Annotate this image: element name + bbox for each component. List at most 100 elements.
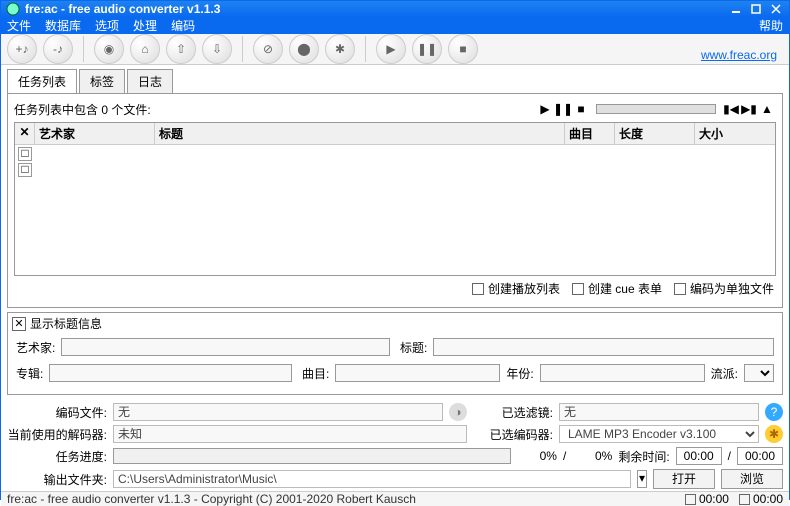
- tasklist-summary: 任务列表中包含 0 个文件:: [14, 101, 536, 118]
- status-time2-group[interactable]: 00:00: [739, 492, 783, 506]
- input-year[interactable]: [540, 364, 705, 382]
- value-encode-file: 无: [113, 403, 443, 421]
- checkbox-encode-single[interactable]: 编码为单独文件: [674, 280, 774, 297]
- mini-eject-icon[interactable]: ▲: [758, 100, 776, 118]
- label-album: 专辑:: [16, 365, 43, 382]
- checkbox-create-cue[interactable]: 创建 cue 表单: [572, 280, 662, 297]
- label-encoder: 已选编码器:: [473, 426, 553, 443]
- deselect-all-box[interactable]: □: [18, 163, 32, 177]
- tag-info-legend: 显示标题信息: [30, 315, 102, 332]
- open-button[interactable]: 打开: [653, 469, 715, 489]
- maximize-button[interactable]: [747, 2, 765, 16]
- menu-help[interactable]: 帮助: [759, 17, 783, 34]
- input-track[interactable]: [335, 364, 500, 382]
- col-length[interactable]: 长度: [615, 123, 695, 144]
- menu-database[interactable]: 数据库: [45, 17, 81, 34]
- table-header: ✕ 艺术家 标题 曲目 长度 大小: [15, 123, 775, 145]
- input-output-folder[interactable]: [113, 470, 631, 488]
- label-progress: 任务进度:: [7, 448, 107, 465]
- website-link[interactable]: www.freac.org: [701, 48, 777, 62]
- app-icon: [5, 1, 21, 17]
- tab-bar: 任务列表 标签 日志: [1, 69, 789, 93]
- progress-pct2: 0%: [572, 449, 612, 463]
- status-text: fre:ac - free audio converter v1.1.3 - C…: [7, 492, 675, 506]
- menu-options[interactable]: 选项: [95, 17, 119, 34]
- filter-help-icon[interactable]: ?: [765, 403, 783, 421]
- label-artist: 艺术家:: [16, 339, 55, 356]
- file-info-icon[interactable]: ◑: [449, 403, 467, 421]
- input-artist[interactable]: [61, 338, 390, 356]
- cddb-submit-button[interactable]: ⇧: [166, 34, 196, 64]
- label-track: 曲目:: [302, 365, 329, 382]
- label-output-folder: 输出文件夹:: [7, 471, 107, 488]
- mini-play-icon[interactable]: ▶: [536, 100, 554, 118]
- select-encoder[interactable]: LAME MP3 Encoder v3.100: [559, 425, 759, 443]
- time-remaining-2: 00:00: [737, 447, 783, 465]
- tag-info-group: ✕ 显示标题信息 艺术家: 标题: 专辑: 曲目: 年份: 流派:: [7, 312, 783, 395]
- label-encode-file: 编码文件:: [7, 404, 107, 421]
- label-title: 标题:: [400, 339, 427, 356]
- col-title[interactable]: 标题: [155, 123, 565, 144]
- encoder-settings-icon[interactable]: ✱: [765, 425, 783, 443]
- col-size[interactable]: 大小: [695, 123, 775, 144]
- cd-button[interactable]: ◉: [94, 34, 124, 64]
- status-time1-group[interactable]: 00:00: [685, 492, 729, 506]
- tasklist-table: ✕ 艺术家 标题 曲目 长度 大小 □ □: [14, 122, 776, 276]
- input-title[interactable]: [433, 338, 774, 356]
- remove-files-button[interactable]: -♪: [43, 34, 73, 64]
- mini-seek-bar[interactable]: [596, 104, 716, 114]
- window-title: fre:ac - free audio converter v1.1.3: [25, 2, 725, 16]
- row-controls: □ □: [15, 145, 35, 275]
- encode-section: 编码文件: 无 ◑ 已选滤镜: 无 ? 当前使用的解码器: 未知 已选编码器: …: [7, 401, 783, 491]
- col-check[interactable]: ✕: [15, 123, 35, 144]
- menubar: 文件 数据库 选项 处理 编码 帮助: [1, 17, 789, 34]
- cddb-query-button[interactable]: ⇩: [202, 34, 232, 64]
- browse-button[interactable]: 浏览: [721, 469, 783, 489]
- tasklist-panel: 任务列表中包含 0 个文件: ▶ ❚❚ ■ ▮◀ ▶▮ ▲ ✕ 艺术家 标题 曲…: [7, 93, 783, 308]
- time-remaining-1: 00:00: [676, 447, 722, 465]
- settings-encoder-button[interactable]: ⬤: [289, 34, 319, 64]
- minimize-button[interactable]: [727, 2, 745, 16]
- time-sep: /: [728, 449, 731, 463]
- pause-big-button[interactable]: ❚❚: [412, 34, 442, 64]
- cddb-button[interactable]: ⌂: [130, 34, 160, 64]
- tab-tasklist[interactable]: 任务列表: [7, 69, 77, 93]
- titlebar: fre:ac - free audio converter v1.1.3: [1, 1, 789, 17]
- stop-big-button[interactable]: ■: [448, 34, 478, 64]
- mini-stop-icon[interactable]: ■: [572, 100, 590, 118]
- select-all-box[interactable]: □: [18, 147, 32, 161]
- mini-pause-icon[interactable]: ❚❚: [554, 100, 572, 118]
- mini-prev-icon[interactable]: ▮◀: [722, 100, 740, 118]
- play-button[interactable]: ▶: [376, 34, 406, 64]
- toolbar: +♪ -♪ ◉ ⌂ ⇧ ⇩ ⊘ ⬤ ✱ ▶ ❚❚ ■ www.freac.org: [1, 34, 789, 65]
- checkbox-create-playlist[interactable]: 创建播放列表: [472, 280, 560, 297]
- label-decoder: 当前使用的解码器:: [7, 426, 107, 443]
- statusbar: fre:ac - free audio converter v1.1.3 - C…: [1, 491, 789, 506]
- value-filter: 无: [559, 403, 759, 421]
- pct-sep: /: [563, 449, 566, 463]
- label-filter: 已选滤镜:: [473, 404, 553, 421]
- progress-bar: [113, 448, 511, 464]
- output-folder-history-icon[interactable]: ▾: [637, 470, 647, 488]
- table-empty-area: [35, 145, 775, 275]
- stop-create-button[interactable]: ⊘: [253, 34, 283, 64]
- label-year: 年份:: [506, 365, 533, 382]
- settings-general-button[interactable]: ✱: [325, 34, 355, 64]
- menu-file[interactable]: 文件: [7, 17, 31, 34]
- close-button[interactable]: [767, 2, 785, 16]
- input-album[interactable]: [49, 364, 292, 382]
- progress-pct1: 0%: [517, 449, 557, 463]
- select-genre[interactable]: [744, 364, 774, 382]
- col-track[interactable]: 曲目: [565, 123, 615, 144]
- col-artist[interactable]: 艺术家: [35, 123, 155, 144]
- menu-encode[interactable]: 编码: [171, 17, 195, 34]
- tag-info-close-icon[interactable]: ✕: [12, 317, 26, 331]
- value-decoder: 未知: [113, 425, 467, 443]
- tab-tags[interactable]: 标签: [79, 69, 125, 93]
- label-genre: 流派:: [711, 365, 738, 382]
- mini-next-icon[interactable]: ▶▮: [740, 100, 758, 118]
- menu-process[interactable]: 处理: [133, 17, 157, 34]
- label-remaining: 剩余时间:: [618, 448, 669, 465]
- tab-log[interactable]: 日志: [127, 69, 173, 93]
- add-files-button[interactable]: +♪: [7, 34, 37, 64]
